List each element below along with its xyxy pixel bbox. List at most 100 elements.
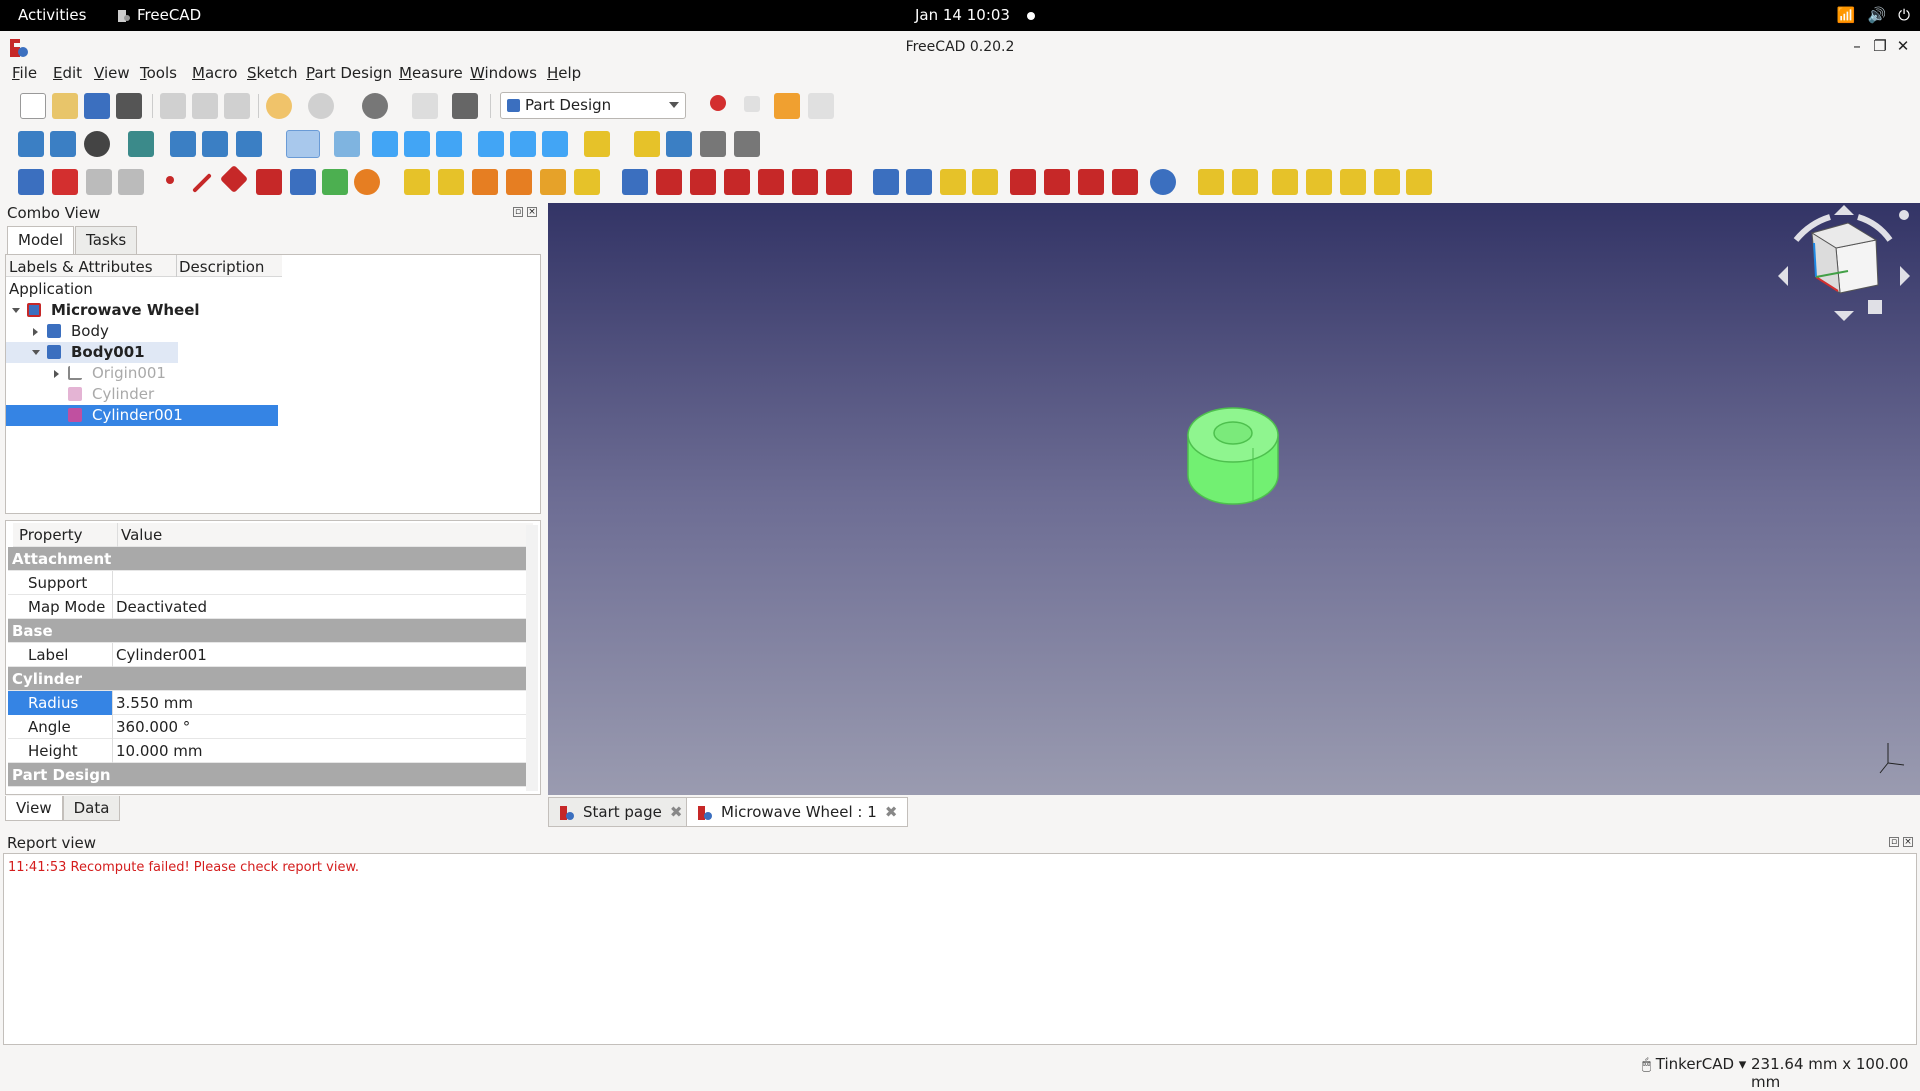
menu-help[interactable]: Help <box>547 64 581 82</box>
create-group-icon[interactable] <box>666 131 692 157</box>
pad-icon[interactable] <box>404 169 430 195</box>
tree-item-body001[interactable]: Body001 <box>6 342 178 363</box>
maximize-button[interactable]: ❐ <box>1870 37 1890 55</box>
tree-item-document[interactable]: Microwave Wheel <box>6 300 306 321</box>
datum-plane-icon[interactable] <box>219 164 249 194</box>
prop-map-mode[interactable]: Map Mode Deactivated <box>8 595 528 619</box>
local-cs-icon[interactable] <box>256 169 282 195</box>
menu-part-design[interactable]: Part Design <box>306 64 392 82</box>
activities-button[interactable]: Activities <box>18 6 86 24</box>
sprocket2-icon[interactable] <box>1406 169 1432 195</box>
float-panel-icon[interactable]: ▫ <box>1889 837 1899 847</box>
bounding-box-icon[interactable] <box>128 131 154 157</box>
thickness-icon[interactable] <box>1112 169 1138 195</box>
prop-height[interactable]: Height 10.000 mm <box>8 739 528 763</box>
sketch-attach-icon[interactable] <box>1374 169 1400 195</box>
back-arrow-icon[interactable] <box>170 131 196 157</box>
groove-icon[interactable] <box>690 169 716 195</box>
datum-line-icon[interactable] <box>192 173 212 193</box>
menu-tools[interactable]: Tools <box>140 64 177 82</box>
close-tab-icon[interactable]: ✖ <box>670 803 683 821</box>
tab-tasks[interactable]: Tasks <box>75 226 138 254</box>
col-property[interactable]: Property <box>19 523 82 547</box>
prop-radius[interactable]: Radius 3.550 mm <box>8 691 528 715</box>
clone-icon[interactable] <box>354 169 380 195</box>
workbench-selector[interactable]: Part Design <box>500 92 686 119</box>
front-view-icon[interactable] <box>372 131 398 157</box>
isometric-view-icon[interactable] <box>334 131 360 157</box>
paste-icon[interactable] <box>224 93 250 119</box>
measure-ruler-icon[interactable] <box>584 131 610 157</box>
additive-pipe-icon[interactable] <box>506 169 532 195</box>
shaft-wizard-icon[interactable] <box>1272 169 1298 195</box>
fit-all-icon[interactable] <box>18 131 44 157</box>
subtractive-primitive-icon[interactable] <box>826 169 852 195</box>
design-wizard-icon[interactable] <box>1340 169 1366 195</box>
close-panel-icon[interactable]: × <box>527 207 537 217</box>
float-panel-icon[interactable]: ▫ <box>513 207 523 217</box>
save-icon[interactable] <box>84 93 110 119</box>
menu-edit[interactable]: Edit <box>53 64 82 82</box>
navigation-cube-icon[interactable] <box>1810 222 1879 294</box>
rear-view-icon[interactable] <box>478 131 504 157</box>
run-macro-icon[interactable] <box>808 93 834 119</box>
property-scrollbar[interactable] <box>526 525 538 791</box>
prop-support[interactable]: Support <box>8 571 528 595</box>
tab-model[interactable]: Model <box>7 226 75 254</box>
additive-loft-icon[interactable] <box>472 169 498 195</box>
arrow-right-icon[interactable] <box>1900 266 1910 286</box>
cut-icon[interactable] <box>160 93 186 119</box>
clock[interactable]: Jan 14 10:03 <box>915 6 1010 24</box>
undo-icon[interactable] <box>266 93 292 119</box>
minimize-button[interactable]: – <box>1847 37 1867 55</box>
tree-root-application[interactable]: Application <box>9 279 93 300</box>
model-tree[interactable]: Labels & Attributes Description Applicat… <box>5 254 541 514</box>
property-editor[interactable]: Property Value Attachment Support Map Mo… <box>5 520 541 795</box>
menu-sketch[interactable]: Sketch <box>247 64 298 82</box>
macro-editor-icon[interactable] <box>774 93 800 119</box>
hole-icon[interactable] <box>656 169 682 195</box>
additive-primitive-icon[interactable] <box>574 169 600 195</box>
3d-viewport[interactable] <box>548 203 1920 795</box>
polar-pattern-icon[interactable] <box>940 169 966 195</box>
sprocket-icon[interactable] <box>1198 169 1224 195</box>
involute-gear-icon[interactable] <box>1232 169 1258 195</box>
draft-icon[interactable] <box>1078 169 1104 195</box>
boolean-icon[interactable] <box>1150 169 1176 195</box>
arrow-down-icon[interactable] <box>1834 311 1854 321</box>
menu-file[interactable]: File <box>12 64 37 82</box>
new-file-icon[interactable] <box>20 93 46 119</box>
fillet-icon[interactable] <box>1010 169 1036 195</box>
copy-icon[interactable] <box>192 93 218 119</box>
viewport-canvas[interactable] <box>548 203 1920 795</box>
tree-item-body[interactable]: Body <box>6 321 306 342</box>
shape-binder-icon[interactable] <box>118 169 144 195</box>
right-view-icon[interactable] <box>436 131 462 157</box>
link-actions-icon[interactable] <box>734 131 760 157</box>
tree-col-description[interactable]: Description <box>179 258 264 276</box>
record-macro-icon[interactable] <box>710 95 726 111</box>
report-view[interactable]: 11:41:53 Recompute failed! Please check … <box>3 853 1917 1045</box>
subtractive-loft-icon[interactable] <box>724 169 750 195</box>
chevron-right-icon[interactable] <box>54 370 59 378</box>
prop-label[interactable]: Label Cylinder001 <box>8 643 528 667</box>
close-tab-icon[interactable]: ✖ <box>885 803 898 821</box>
navigation-style-selector[interactable]: 🖱 TinkerCAD ▾ <box>1642 1055 1746 1073</box>
open-file-icon[interactable] <box>52 93 78 119</box>
system-tray[interactable]: 📶 🔊 ⏻ <box>1837 6 1910 24</box>
print-icon[interactable] <box>116 93 142 119</box>
col-value[interactable]: Value <box>121 523 162 547</box>
tab-microwave-wheel[interactable]: Microwave Wheel : 1 ✖ <box>686 797 909 827</box>
validate-sketch-icon[interactable] <box>86 169 112 195</box>
chevron-down-icon[interactable] <box>12 308 20 313</box>
tree-item-cylinder[interactable]: Cylinder <box>6 384 306 405</box>
bottom-view-icon[interactable] <box>510 131 536 157</box>
mirrored-icon[interactable] <box>873 169 899 195</box>
subtractive-helix-icon[interactable] <box>792 169 818 195</box>
migrate-icon[interactable] <box>1306 169 1332 195</box>
shape-binder2-icon[interactable] <box>290 169 316 195</box>
chevron-down-icon[interactable] <box>32 350 40 355</box>
close-panel-icon[interactable]: × <box>1903 837 1913 847</box>
whats-this-icon[interactable] <box>452 93 478 119</box>
create-part-icon[interactable] <box>634 131 660 157</box>
